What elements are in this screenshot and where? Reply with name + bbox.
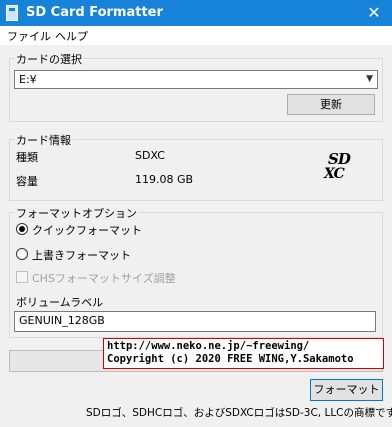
card-type-value: SDXC	[135, 149, 165, 162]
quick-format-radio[interactable]	[16, 223, 28, 235]
chevron-down-icon: ▼	[366, 74, 373, 84]
card-select-legend: カードの選択	[14, 51, 84, 67]
menu-file[interactable]: ファイル	[7, 28, 51, 44]
capacity-label: 容量	[16, 175, 38, 188]
overwrite-format-radio[interactable]	[16, 248, 28, 260]
capacity-value: 119.08 GB	[135, 173, 194, 186]
window-title: SD Card Formatter	[26, 5, 163, 20]
credit-copyright: Copyright (c) 2020 FREE WING,Y.Sakamoto	[107, 353, 354, 365]
close-icon[interactable]: ✕	[362, 2, 386, 24]
menu-help[interactable]: ヘルプ	[55, 28, 88, 44]
volume-label-heading: ボリュームラベル	[16, 296, 104, 309]
drive-select-value: E:¥	[19, 73, 37, 86]
refresh-button[interactable]: 更新	[287, 94, 375, 115]
trademark-notice: SDロゴ、SDHCロゴ、およびSDXCロゴはSD-3C, LLCの商標です。	[86, 407, 392, 419]
card-type-label: 種類	[16, 151, 38, 164]
title-bar: SD Card Formatter ✕	[0, 0, 392, 26]
drive-select[interactable]: E:¥ ▼	[14, 70, 378, 89]
chs-adjust-checkbox[interactable]	[16, 271, 28, 283]
format-options-legend: フォーマットオプション	[14, 205, 139, 221]
overwrite-format-label[interactable]: 上書きフォーマット	[32, 247, 131, 263]
volume-label-input[interactable]: GENUIN_128GB	[14, 311, 376, 332]
credit-overlay: http://www.neko.ne.jp/~freewing/ Copyrig…	[103, 338, 384, 369]
sdxc-logo: SD XC	[322, 150, 362, 184]
card-info-legend: カード情報	[14, 132, 73, 148]
sdxc-logo-bottom: XC	[324, 166, 345, 182]
format-button[interactable]: フォーマット	[310, 379, 383, 401]
quick-format-label[interactable]: クイックフォーマット	[32, 222, 142, 238]
chs-adjust-label: CHSフォーマットサイズ調整	[32, 272, 176, 285]
menu-bar: ファイル ヘルプ	[0, 26, 392, 45]
sd-card-app-icon	[6, 5, 18, 21]
credit-url: http://www.neko.ne.jp/~freewing/	[107, 340, 310, 352]
